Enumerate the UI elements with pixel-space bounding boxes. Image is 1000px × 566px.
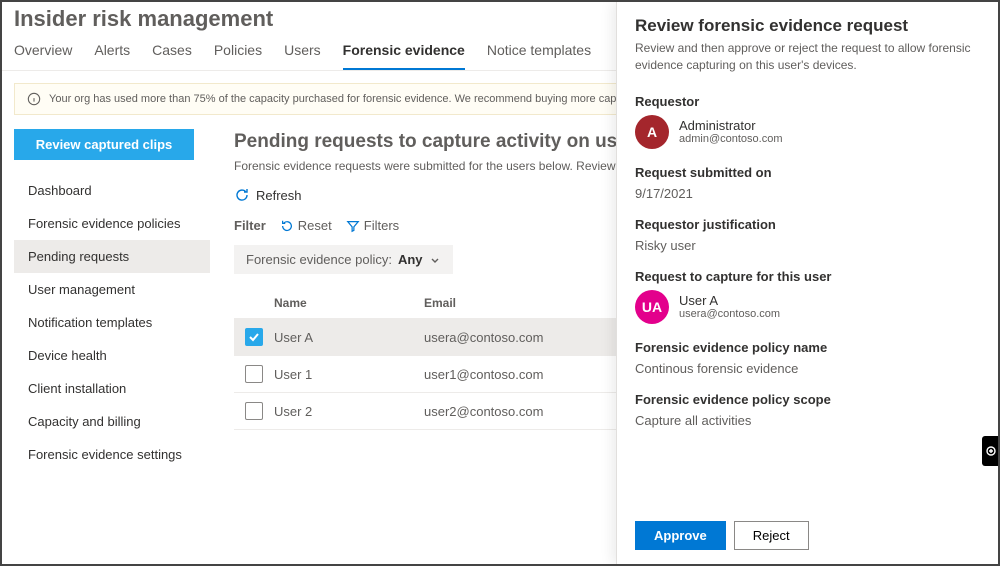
sidebar-item-pending-requests[interactable]: Pending requests — [14, 240, 210, 273]
capture-user-label: Request to capture for this user — [635, 269, 980, 284]
filters-label: Filters — [364, 218, 399, 233]
page-title: Insider risk management — [14, 6, 273, 32]
tab-notice-templates[interactable]: Notice templates — [487, 42, 591, 70]
submitted-value: 9/17/2021 — [635, 186, 980, 201]
filter-icon — [346, 219, 360, 233]
refresh-icon — [234, 187, 250, 203]
sidebar-item-user-management[interactable]: User management — [14, 273, 210, 306]
requestor-persona: A Administrator admin@contoso.com — [635, 115, 980, 149]
requestor-label: Requestor — [635, 94, 980, 109]
policy-scope-label: Forensic evidence policy scope — [635, 392, 980, 407]
reset-label: Reset — [298, 218, 332, 233]
row-name: User 2 — [274, 404, 424, 419]
sidebar-item-forensic-evidence-policies[interactable]: Forensic evidence policies — [14, 207, 210, 240]
sidebar-item-device-health[interactable]: Device health — [14, 339, 210, 372]
reject-button[interactable]: Reject — [734, 521, 809, 550]
approve-button[interactable]: Approve — [635, 521, 726, 550]
feedback-icon — [985, 445, 997, 457]
row-checkbox[interactable] — [245, 402, 263, 420]
refresh-label: Refresh — [256, 188, 302, 203]
sidebar-item-capacity-and-billing[interactable]: Capacity and billing — [14, 405, 210, 438]
policy-filter-dropdown[interactable]: Forensic evidence policy: Any — [234, 245, 453, 274]
tab-alerts[interactable]: Alerts — [94, 42, 130, 70]
detail-description: Review and then approve or reject the re… — [635, 40, 980, 74]
submitted-label: Request submitted on — [635, 165, 980, 180]
requestor-name: Administrator — [679, 118, 783, 133]
reset-filter-button[interactable]: Reset — [280, 218, 332, 233]
chevron-down-icon — [429, 254, 441, 266]
policy-filter-label: Forensic evidence policy: — [246, 252, 392, 267]
row-name: User 1 — [274, 367, 424, 382]
review-captured-clips-button[interactable]: Review captured clips — [14, 129, 194, 160]
tab-cases[interactable]: Cases — [152, 42, 192, 70]
filters-button[interactable]: Filters — [346, 218, 399, 233]
tab-users[interactable]: Users — [284, 42, 321, 70]
policy-name-label: Forensic evidence policy name — [635, 340, 980, 355]
row-name: User A — [274, 330, 424, 345]
sidebar-item-dashboard[interactable]: Dashboard — [14, 174, 210, 207]
row-checkbox[interactable] — [245, 365, 263, 383]
justification-value: Risky user — [635, 238, 980, 253]
policy-scope-value: Capture all activities — [635, 413, 980, 428]
capture-user-persona: UA User A usera@contoso.com — [635, 290, 980, 324]
capture-user-avatar: UA — [635, 290, 669, 324]
sidebar-item-notification-templates[interactable]: Notification templates — [14, 306, 210, 339]
sidebar-item-forensic-evidence-settings[interactable]: Forensic evidence settings — [14, 438, 210, 471]
tab-policies[interactable]: Policies — [214, 42, 262, 70]
tab-overview[interactable]: Overview — [14, 42, 72, 70]
detail-panel: Review forensic evidence request Review … — [616, 2, 998, 564]
filter-label: Filter — [234, 218, 266, 233]
info-icon — [27, 92, 41, 106]
policy-name-value: Continous forensic evidence — [635, 361, 980, 376]
sidebar-nav: DashboardForensic evidence policiesPendi… — [14, 174, 210, 471]
refresh-button[interactable]: Refresh — [234, 187, 302, 203]
feedback-tab[interactable] — [982, 436, 1000, 466]
reset-icon — [280, 219, 294, 233]
justification-label: Requestor justification — [635, 217, 980, 232]
detail-title: Review forensic evidence request — [635, 16, 980, 36]
row-checkbox[interactable] — [245, 328, 263, 346]
capture-user-email: usera@contoso.com — [679, 308, 780, 320]
tab-forensic-evidence[interactable]: Forensic evidence — [343, 42, 465, 70]
policy-filter-value: Any — [398, 252, 423, 267]
col-name-header[interactable]: Name — [274, 296, 424, 310]
capture-user-name: User A — [679, 293, 780, 308]
requestor-email: admin@contoso.com — [679, 133, 783, 145]
requestor-avatar: A — [635, 115, 669, 149]
sidebar-item-client-installation[interactable]: Client installation — [14, 372, 210, 405]
